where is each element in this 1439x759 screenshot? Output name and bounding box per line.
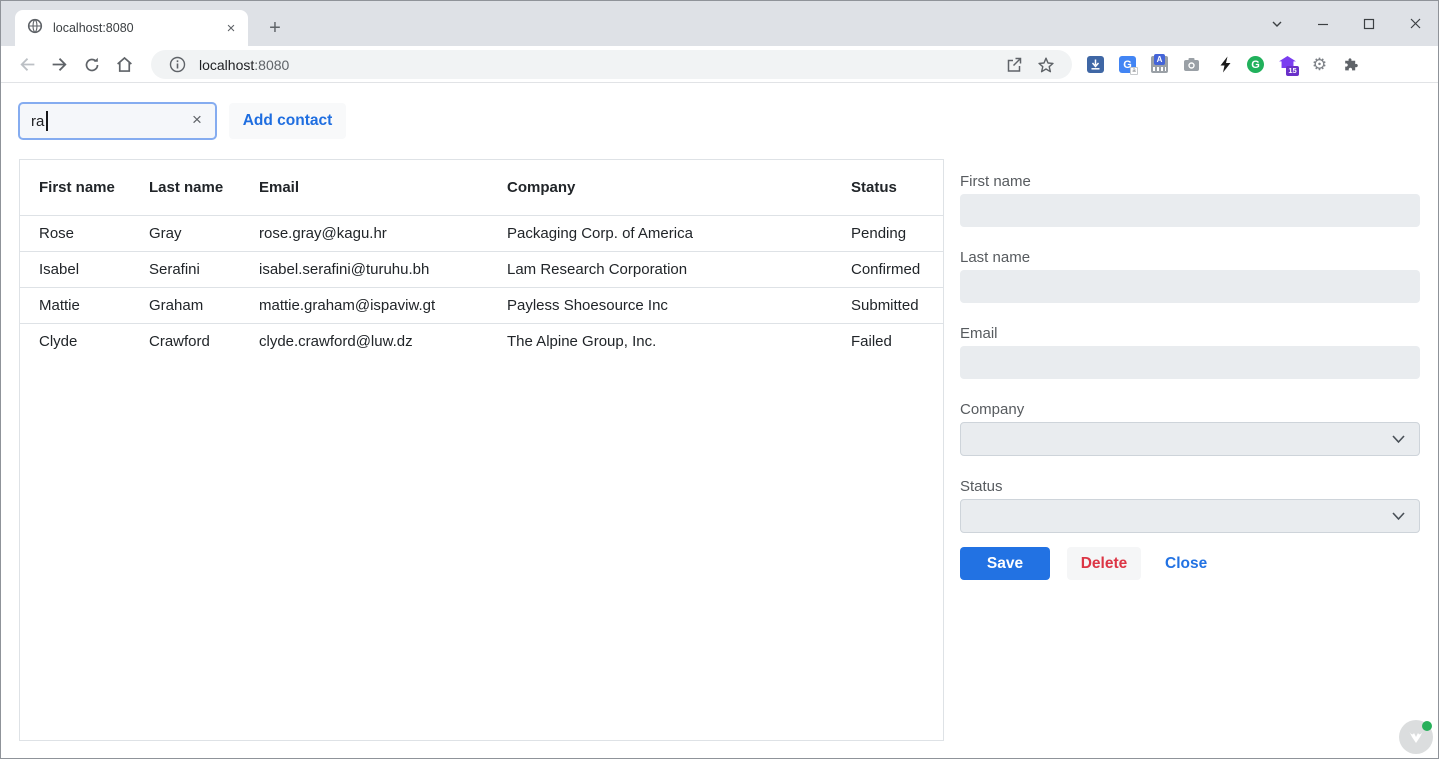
cell-last-name: Crawford: [130, 323, 240, 359]
cell-company: Packaging Corp. of America: [488, 215, 832, 251]
email-field[interactable]: [960, 346, 1420, 379]
status-select[interactable]: [960, 499, 1420, 533]
cell-status: Confirmed: [832, 251, 943, 287]
col-header-status: Status: [832, 160, 943, 215]
globe-favicon-icon: [27, 18, 43, 39]
address-bar[interactable]: localhost:8080: [151, 50, 1072, 79]
table-row[interactable]: Mattie Graham mattie.graham@ispaviw.gt P…: [20, 287, 943, 323]
cell-last-name: Serafini: [130, 251, 240, 287]
minimize-button[interactable]: [1300, 1, 1346, 46]
cell-first-name: Mattie: [20, 287, 130, 323]
search-wrap: ×: [18, 102, 217, 140]
tab-close-icon[interactable]: ×: [222, 19, 240, 37]
forward-icon[interactable]: [45, 50, 74, 79]
close-window-button[interactable]: [1392, 1, 1438, 46]
cell-status: Submitted: [832, 287, 943, 323]
grammarly-extension-icon[interactable]: G: [1247, 56, 1264, 73]
cell-email: mattie.graham@ispaviw.gt: [240, 287, 488, 323]
titlebar: localhost:8080 × +: [1, 1, 1438, 46]
share-icon[interactable]: [1002, 53, 1026, 77]
reload-icon[interactable]: [77, 50, 106, 79]
close-button[interactable]: Close: [1165, 547, 1207, 580]
form-buttons: Save Delete Close: [960, 547, 1421, 580]
delete-button[interactable]: Delete: [1067, 547, 1141, 580]
cell-company: Lam Research Corporation: [488, 251, 832, 287]
cell-first-name: Rose: [20, 215, 130, 251]
email-label: Email: [960, 325, 1421, 343]
translate-extension-icon[interactable]: G a: [1119, 56, 1136, 73]
contact-form: First name Last name Email Company Statu…: [960, 173, 1421, 580]
page-info-icon[interactable]: [165, 53, 189, 77]
col-header-company: Company: [488, 160, 832, 215]
shopping-extension-icon[interactable]: 15: [1279, 56, 1296, 73]
cell-company: Payless Shoesource Inc: [488, 287, 832, 323]
contacts-table-card: First name Last name Email Company Statu…: [19, 159, 944, 741]
cell-first-name: Clyde: [20, 323, 130, 359]
extension-badge: 15: [1286, 66, 1299, 76]
puzzle-extensions-icon[interactable]: [1343, 56, 1360, 73]
download-extension-icon[interactable]: [1087, 56, 1104, 73]
back-icon[interactable]: [13, 50, 42, 79]
cell-first-name: Isabel: [20, 251, 130, 287]
lightning-extension-icon[interactable]: [1217, 56, 1234, 73]
maximize-button[interactable]: [1346, 1, 1392, 46]
table-row[interactable]: Rose Gray rose.gray@kagu.hr Packaging Co…: [20, 215, 943, 251]
cell-email: clyde.crawford@luw.dz: [240, 323, 488, 359]
clear-search-icon[interactable]: ×: [187, 110, 207, 130]
cell-status: Failed: [832, 323, 943, 359]
first-name-label: First name: [960, 173, 1421, 191]
widget-status-dot: [1422, 721, 1432, 731]
cell-email: isabel.serafini@turuhu.bh: [240, 251, 488, 287]
company-select[interactable]: [960, 422, 1420, 456]
home-icon[interactable]: [110, 50, 139, 79]
last-name-field[interactable]: [960, 270, 1420, 303]
col-header-email: Email: [240, 160, 488, 215]
camera-extension-icon[interactable]: [1183, 56, 1200, 73]
browser-toolbar: localhost:8080 G a A: [1, 46, 1438, 83]
cell-last-name: Gray: [130, 215, 240, 251]
cell-status: Pending: [832, 215, 943, 251]
add-contact-button[interactable]: Add contact: [229, 103, 346, 139]
page-content: × Add contact First name Last name Email…: [1, 84, 1438, 758]
col-header-first-name: First name: [20, 160, 130, 215]
tab-search-button[interactable]: [1254, 1, 1300, 46]
table-header-row: First name Last name Email Company Statu…: [20, 160, 943, 215]
gear-extension-icon[interactable]: ⚙: [1311, 56, 1328, 73]
save-button[interactable]: Save: [960, 547, 1050, 580]
browser-tab[interactable]: localhost:8080 ×: [15, 10, 248, 46]
url-text: localhost:8080: [199, 57, 1002, 73]
company-label: Company: [960, 401, 1421, 419]
widget-logo-icon: [1407, 729, 1425, 745]
cell-company: The Alpine Group, Inc.: [488, 323, 832, 359]
url-host: localhost: [199, 57, 254, 73]
first-name-field[interactable]: [960, 194, 1420, 227]
col-header-last-name: Last name: [130, 160, 240, 215]
bookmark-star-icon[interactable]: [1034, 53, 1058, 77]
floating-extension-widget[interactable]: [1399, 720, 1433, 754]
browser-window: localhost:8080 × +: [0, 0, 1439, 759]
table-row[interactable]: Isabel Serafini isabel.serafini@turuhu.b…: [20, 251, 943, 287]
status-label: Status: [960, 478, 1421, 496]
tab-title: localhost:8080: [53, 21, 222, 35]
table-row[interactable]: Clyde Crawford clyde.crawford@luw.dz The…: [20, 323, 943, 359]
cell-last-name: Graham: [130, 287, 240, 323]
contacts-table: First name Last name Email Company Statu…: [20, 160, 943, 359]
last-name-label: Last name: [960, 249, 1421, 267]
new-tab-button[interactable]: +: [263, 16, 287, 40]
url-port: :8080: [254, 57, 289, 73]
window-controls: [1254, 1, 1438, 46]
keyboard-extension-icon[interactable]: A: [1151, 56, 1168, 73]
cell-email: rose.gray@kagu.hr: [240, 215, 488, 251]
text-caret: [46, 111, 48, 131]
